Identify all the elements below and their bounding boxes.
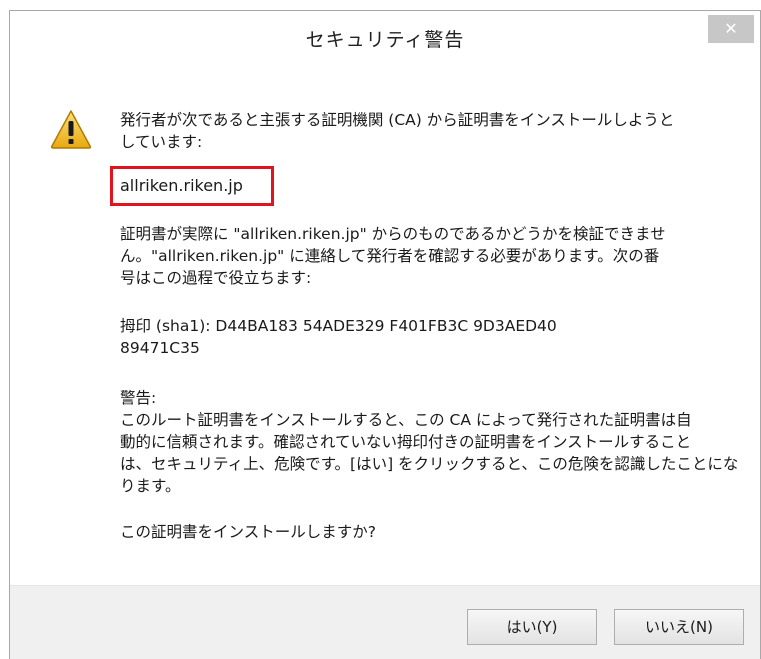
screen: セキュリティ警告 ✕ 発行者が次であると主張する証明機関 (CA) から証明書を… xyxy=(0,0,761,659)
thumbprint-line-1: 拇印 (sha1): D44BA183 54ADE329 F401FB3C 9D… xyxy=(120,317,557,335)
verify-text-line-1: 証明書が実際に "allriken.riken.jp" からのものであるかどうか… xyxy=(120,225,666,243)
warning-icon xyxy=(50,110,92,149)
verify-text-line-2: ん。"allriken.riken.jp" に連絡して発行者を確認する必要があり… xyxy=(120,247,660,265)
close-icon: ✕ xyxy=(724,19,738,38)
button-bar: はい(Y) いいえ(N) xyxy=(10,585,760,659)
dialog-title: セキュリティ警告 xyxy=(305,29,465,51)
intro-text-line-2: しています: xyxy=(120,133,203,151)
title-bar[interactable]: セキュリティ警告 ✕ xyxy=(10,11,760,65)
intro-text-line-1: 発行者が次であると主張する証明機関 (CA) から証明書をインストールしようと xyxy=(120,111,675,129)
thumbprint-line-2: 89471C35 xyxy=(120,339,200,357)
dialog-content: 発行者が次であると主張する証明機関 (CA) から証明書をインストールしようと … xyxy=(10,65,760,585)
warning-text-line-3: は、セキュリティ上、危険です。[はい] をクリックすると、この危険を認識したこと… xyxy=(120,455,739,473)
warning-heading: 警告: xyxy=(120,389,157,407)
no-button[interactable]: いいえ(N) xyxy=(614,609,744,645)
warning-text-line-2: 動的に信頼されます。確認されていない拇印付きの証明書をインストールすること xyxy=(120,433,692,451)
warning-text-line-1: このルート証明書をインストールすると、この CA によって発行された証明書は自 xyxy=(120,411,692,429)
background-strip xyxy=(0,0,9,659)
install-question: この証明書をインストールしますか? xyxy=(120,523,376,541)
issuer-name: allriken.riken.jp xyxy=(120,176,243,195)
security-warning-dialog: セキュリティ警告 ✕ 発行者が次であると主張する証明機関 (CA) から証明書を… xyxy=(9,10,761,659)
yes-button[interactable]: はい(Y) xyxy=(467,609,597,645)
close-button[interactable]: ✕ xyxy=(708,15,754,43)
warning-text-line-4: ります。 xyxy=(120,477,181,495)
verify-text-line-3: 号はこの過程で役立ちます: xyxy=(120,269,312,287)
